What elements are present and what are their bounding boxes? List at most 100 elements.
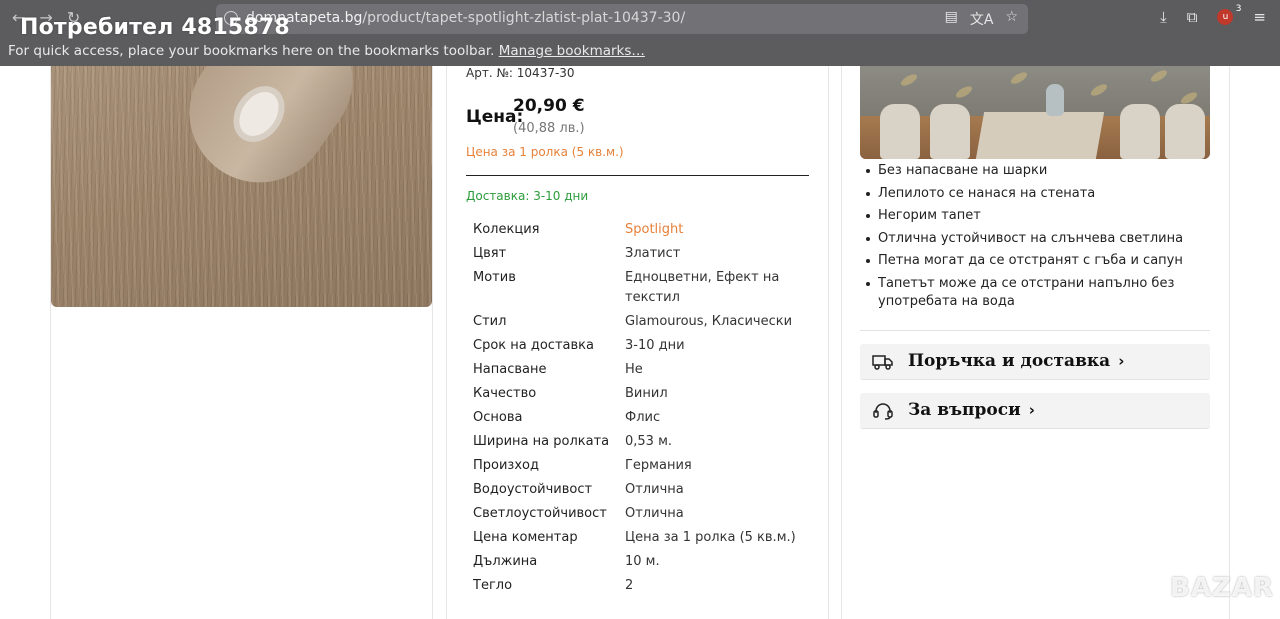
spec-row: Напасване Не [473, 360, 809, 380]
menu-icon[interactable]: ≡ [1253, 8, 1266, 26]
feature-item: Петна могат да се отстранят с гъба и сап… [865, 252, 1210, 270]
wallpaper-leaf-shape [1009, 70, 1029, 86]
accordion-title: Поръчка и доставка [908, 351, 1111, 371]
spec-row: Стил Glamourous, Класически [473, 312, 809, 332]
spec-row: Дължина 10 м. [473, 552, 809, 572]
spec-row: Мотив Едноцветни, Ефект на текстил [473, 268, 809, 308]
spec-key: Дължина [473, 554, 538, 569]
table-runner-shape [975, 112, 1105, 159]
watermark-logo: BAZAR [1170, 573, 1274, 603]
spec-key: Тегло [473, 578, 513, 593]
spec-key: Стил [473, 314, 507, 329]
column-border [841, 66, 842, 619]
url-text[interactable]: domnatapeta.bg/product/tapet-spotlight-z… [246, 10, 685, 26]
article-number: Арт. №: 10437-30 [466, 66, 575, 80]
spec-value: Цена за 1 ролка (5 кв.м.) [625, 530, 796, 545]
spec-row: Основа Флис [473, 408, 809, 428]
room-preview-image[interactable] [860, 66, 1210, 159]
toolbar-right-actions: ⤓ ⧉ u3 ≡ [1160, 4, 1266, 26]
product-image[interactable] [51, 66, 432, 307]
spec-row: Светлоустойчивост Отлична [473, 504, 809, 524]
extension-count-badge: 3 [1235, 4, 1242, 14]
spec-key: Произход [473, 458, 539, 473]
delivery-time: Доставка: 3-10 дни [466, 189, 589, 203]
feature-item: Лепилото се нанася на стената [865, 185, 1210, 203]
bookmarks-toolbar: For quick access, place your bookmarks h… [8, 43, 645, 59]
spec-key: Качество [473, 386, 537, 401]
order-delivery-accordion[interactable]: Поръчка и доставка › [860, 344, 1210, 380]
spec-key: Водоустойчивост [473, 482, 593, 497]
price-eur: 20,90 € [513, 96, 585, 116]
feature-item: Тапетът може да се отстрани напълно без … [865, 275, 1210, 311]
divider [466, 175, 809, 176]
wallpaper-leaf-shape [899, 72, 919, 88]
spec-row: Водоустойчивост Отлична [473, 480, 809, 500]
wallpaper-leaf-shape [1149, 68, 1169, 84]
spec-value: Едноцветни, Ефект на текстил [625, 270, 780, 305]
spec-value: 0,53 м. [625, 434, 673, 449]
feature-item: Негорим тапет [865, 207, 1210, 225]
chair-shape [1120, 104, 1160, 159]
divider [860, 330, 1210, 331]
spec-value: Винил [625, 386, 668, 401]
chevron-right-icon: › [1028, 401, 1035, 419]
spec-row: Тегло 2 [473, 576, 809, 596]
spec-value: 10 м. [625, 554, 660, 569]
spec-value: Германия [625, 458, 692, 473]
spec-value: Glamourous, Класически [625, 314, 793, 329]
url-actions: ▤ 文A ☆ [945, 9, 1018, 29]
spec-row: Качество Винил [473, 384, 809, 404]
feature-list: Без напасване на шарки Лепилото се нанас… [865, 162, 1210, 315]
spec-row: Цена коментар Цена за 1 ролка (5 кв.м.) [473, 528, 809, 548]
chair-shape [1165, 104, 1205, 159]
bookmarks-hint: For quick access, place your bookmarks h… [8, 43, 495, 59]
column-border [432, 66, 433, 619]
feature-item: Без напасване на шарки [865, 162, 1210, 180]
column-border [446, 66, 447, 619]
chair-shape [880, 104, 920, 159]
spec-key: Срок на доставка [473, 338, 594, 353]
extensions-icon[interactable]: ⧉ [1187, 8, 1198, 26]
manage-bookmarks-link[interactable]: Manage bookmarks… [499, 43, 645, 59]
accordion-label: Поръчка и доставка › [908, 351, 1124, 371]
spec-key: Ширина на ролката [473, 434, 610, 449]
questions-accordion[interactable]: За въпроси › [860, 393, 1210, 429]
user-overlay-text: Потребител 4815878 [20, 15, 290, 40]
spec-key: Мотив [473, 270, 516, 285]
spec-value: Флис [625, 410, 661, 425]
browser-toolbar: ← → ↻ domnatapeta.bg/product/tapet-spotl… [0, 0, 1280, 66]
translate-icon[interactable]: 文A [970, 9, 994, 29]
wallpaper-leaf-shape [1089, 82, 1109, 98]
url-bar[interactable]: domnatapeta.bg/product/tapet-spotlight-z… [216, 4, 1028, 34]
collection-link[interactable]: Spotlight [625, 220, 805, 240]
spec-value: Златист [625, 246, 681, 261]
chevron-right-icon: › [1118, 352, 1125, 370]
price-note: Цена за 1 ролка (5 кв.м.) [466, 145, 624, 159]
spec-row: Произход Германия [473, 456, 809, 476]
truck-icon [872, 355, 893, 370]
spec-key: Основа [473, 410, 523, 425]
spec-key: Цвят [473, 246, 507, 261]
download-icon[interactable]: ⤓ [1160, 8, 1167, 26]
bookmark-star-icon[interactable]: ☆ [1005, 9, 1018, 29]
headset-icon [873, 403, 893, 420]
feature-item: Отлична устойчивост на слънчева светлина [865, 230, 1210, 248]
accordion-title: За въпроси [908, 400, 1021, 420]
chair-shape [930, 104, 970, 159]
accordion-label: За въпроси › [908, 400, 1035, 420]
spec-value: 3-10 дни [625, 338, 685, 353]
column-border [828, 66, 829, 619]
spec-key: Напасване [473, 362, 547, 377]
spec-value: Не [625, 362, 643, 377]
extension-ublock-icon[interactable]: u3 [1217, 4, 1241, 25]
spec-value: Отлична [625, 482, 684, 497]
url-path: /product/tapet-spotlight-zlatist-plat-10… [362, 10, 686, 26]
reader-view-icon[interactable]: ▤ [945, 9, 958, 29]
spec-row: Ширина на ролката 0,53 м. [473, 432, 809, 452]
price-bgn: (40,88 лв.) [513, 121, 585, 136]
wallpaper-leaf-shape [954, 84, 974, 100]
spec-key: Цена коментар [473, 530, 578, 545]
spec-value: Отлична [625, 506, 684, 521]
spec-value: 2 [625, 578, 634, 593]
spec-row: Цвят Златист [473, 244, 809, 264]
